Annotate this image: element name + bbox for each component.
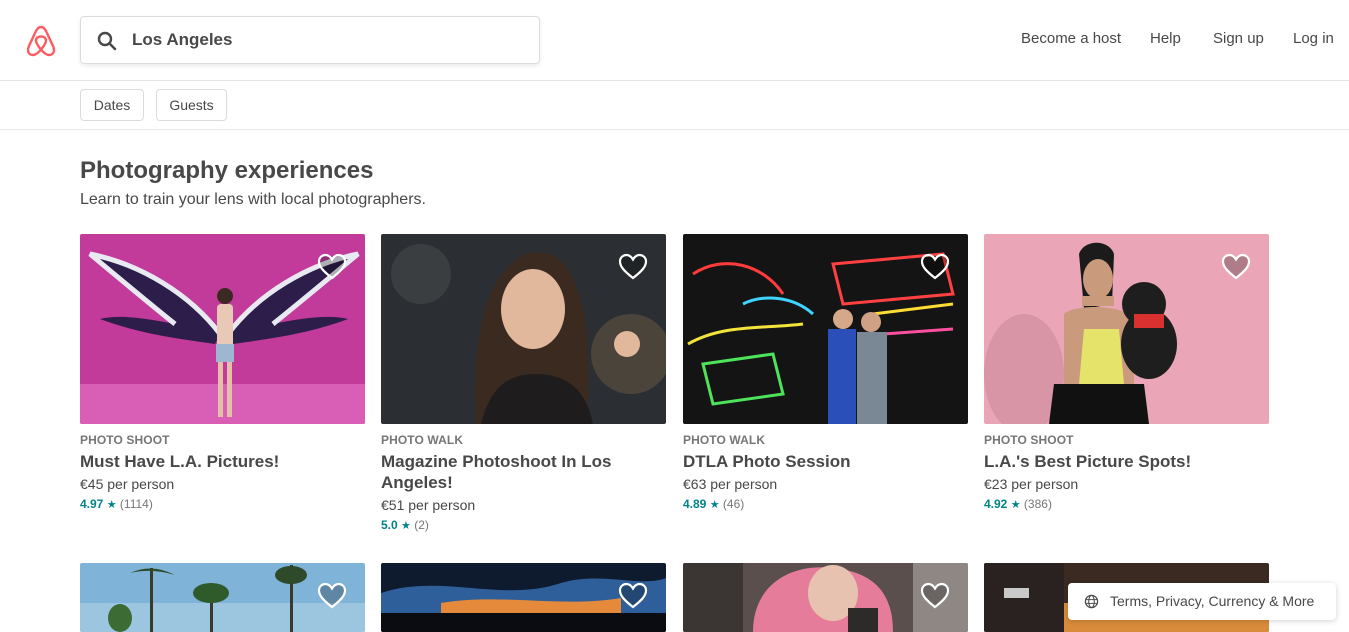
star-icon: ★ (106, 499, 117, 511)
heart-icon[interactable] (618, 581, 648, 609)
experience-rating: 4.92 ★ (386) (984, 497, 1052, 511)
experience-photo[interactable] (80, 234, 365, 424)
top-navigation-bar: Los Angeles Become a host Help Sign up L… (0, 0, 1349, 81)
heart-icon[interactable] (317, 252, 347, 280)
experience-title[interactable]: L.A.'s Best Picture Spots! (984, 451, 1254, 472)
experience-category: PHOTO SHOOT (80, 433, 170, 447)
nav-log-in[interactable]: Log in (1293, 30, 1334, 47)
experience-category: PHOTO SHOOT (984, 433, 1074, 447)
experience-card[interactable]: PHOTO WALK DTLA Photo Session €63 per pe… (683, 234, 968, 534)
experience-price: €45 per person (80, 476, 175, 492)
review-count: (46) (722, 497, 745, 511)
footer-links-button[interactable]: Terms, Privacy, Currency & More (1068, 583, 1336, 620)
experience-photo[interactable] (683, 234, 968, 424)
experience-card[interactable]: PHOTO SHOOT Must Have L.A. Pictures! €45… (80, 234, 365, 534)
search-input[interactable]: Los Angeles (80, 16, 540, 64)
heart-icon[interactable] (1221, 252, 1251, 280)
section-title: Photography experiences (80, 157, 374, 184)
rating-value: 5.0 (381, 518, 398, 532)
search-value: Los Angeles (132, 30, 233, 49)
nav-help[interactable]: Help (1150, 30, 1181, 47)
experience-card[interactable]: PHOTO WALK Magazine Photoshoot In Los An… (381, 234, 666, 534)
review-count: (2) (414, 518, 429, 532)
experience-title[interactable]: DTLA Photo Session (683, 451, 953, 472)
star-icon: ★ (401, 520, 411, 532)
rating-value: 4.89 (683, 497, 707, 511)
experience-photo[interactable] (381, 563, 666, 632)
experience-title[interactable]: Must Have L.A. Pictures! (80, 451, 350, 472)
rating-value: 4.97 (80, 497, 104, 511)
experience-price: €51 per person (381, 497, 476, 513)
heart-icon[interactable] (920, 581, 950, 609)
nav-become-a-host[interactable]: Become a host (1021, 30, 1121, 47)
experience-rating: 4.89 ★ (46) (683, 497, 744, 511)
filter-bar: Dates Guests (0, 81, 1349, 130)
nav-sign-up[interactable]: Sign up (1213, 30, 1264, 47)
experience-photo[interactable] (984, 234, 1269, 424)
experience-photo[interactable] (80, 563, 365, 632)
star-icon: ★ (709, 499, 720, 511)
section-subtitle: Learn to train your lens with local phot… (80, 191, 426, 208)
search-icon (97, 31, 117, 51)
globe-icon (1084, 594, 1099, 609)
experience-title[interactable]: Magazine Photoshoot In Los Angeles! (381, 451, 651, 493)
star-icon: ★ (1010, 499, 1021, 511)
guests-filter-button[interactable]: Guests (156, 89, 227, 121)
experience-price: €23 per person (984, 476, 1079, 492)
review-count: (1114) (119, 497, 153, 511)
dates-filter-button[interactable]: Dates (80, 89, 144, 121)
airbnb-logo-icon[interactable] (25, 24, 57, 58)
experience-rating: 5.0 ★ (2) (381, 518, 429, 532)
experience-category: PHOTO WALK (683, 433, 766, 447)
heart-icon[interactable] (618, 252, 648, 280)
experience-rating: 4.97 ★ (1114) (80, 497, 153, 511)
experience-card[interactable]: PHOTO SHOOT L.A.'s Best Picture Spots! €… (984, 234, 1269, 534)
rating-value: 4.92 (984, 497, 1008, 511)
heart-icon[interactable] (920, 252, 950, 280)
experience-photo[interactable] (381, 234, 666, 424)
review-count: (386) (1023, 497, 1052, 511)
experience-photo[interactable] (683, 563, 968, 632)
heart-icon[interactable] (317, 581, 347, 609)
experience-price: €63 per person (683, 476, 778, 492)
experience-category: PHOTO WALK (381, 433, 464, 447)
footer-links-label: Terms, Privacy, Currency & More (1110, 593, 1315, 609)
